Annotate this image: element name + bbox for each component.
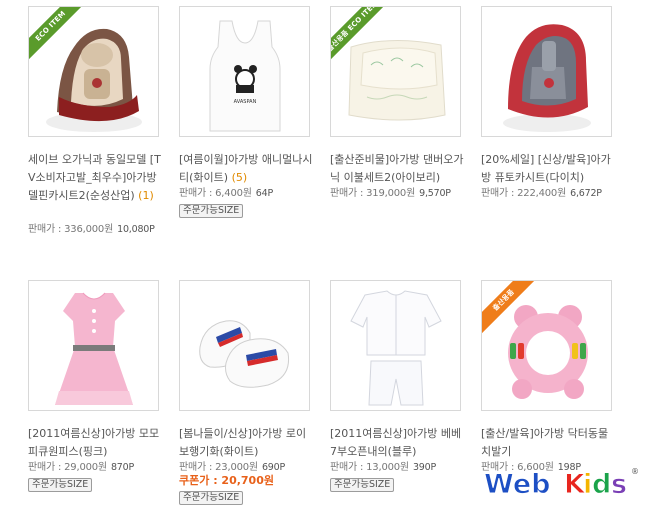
tank-top-image: AVASPAN [209, 20, 281, 132]
registered-mark: ® [631, 467, 639, 476]
price-row: 판매가 : 336,000원 10,080P [28, 224, 155, 235]
product-image[interactable]: AVASPAN [179, 6, 310, 137]
product-image[interactable]: ECO ITEM [28, 6, 159, 137]
product-card[interactable]: AVASPAN [여름이월]아가방 애니멀나시티(화이트) (5) 판매가 : … [179, 6, 319, 246]
car-seat-red-image [503, 24, 591, 132]
webkids-logo-mark: Web K i d s ® [484, 467, 640, 501]
baby-shoes-image [199, 320, 290, 388]
svg-text:i: i [583, 469, 592, 500]
price-row: 판매가 : 23,000원 690P [179, 462, 285, 473]
points: 6,672P [570, 188, 602, 199]
product-title[interactable]: [봄나들이/신상]아가방 로이보행기화(화이트) [179, 425, 314, 461]
price-row: 판매가 : 319,000원 9,570P [330, 188, 451, 199]
size-available-badge[interactable]: 주문가능SIZE [179, 491, 244, 505]
price-row: 판매가 : 222,400원 6,672P [481, 188, 602, 199]
price-row: 판매가 : 6,400원 64P [179, 188, 273, 199]
svg-text:AVASPAN: AVASPAN [234, 99, 257, 105]
product-title[interactable]: [여름이월]아가방 애니멀나시티(화이트) (5) [179, 151, 314, 187]
product-grid: ECO ITEM 세이브 오가닉과 동일모델 [TV소비자고발_최우수]아가방 … [0, 0, 650, 510]
price-row: 판매가 : 29,000원 870P [28, 462, 134, 473]
product-title[interactable]: 세이브 오가닉과 동일모델 [TV소비자고발_최우수]아가방 델핀카시트2(순성… [28, 151, 163, 205]
product-title[interactable]: [출산준비물]아가방 댄버오가닉 이불세트2(아이보리) [330, 151, 465, 187]
product-image[interactable] [330, 280, 461, 411]
price-row: 판매가 : 13,000원 390P [330, 462, 436, 473]
product-card[interactable]: 출산용품 ECO ITEM [출산준비물]아가방 댄버오가닉 이불세트2(아이보… [330, 6, 470, 246]
product-title[interactable]: [출산/발육]아가방 닥터동물 치발기 [481, 425, 616, 461]
points: 870P [110, 462, 134, 473]
product-card[interactable]: [2011여름신상]아가방 모모피큐원피스(핑크) 판매가 : 29,000원 8… [28, 280, 168, 510]
product-card[interactable]: 출산용품 [출산/발육]아가방 닥터동물 치발기 판매가 : 6,600원 198… [481, 280, 621, 473]
review-count: (1) [138, 189, 154, 202]
product-image[interactable] [179, 280, 310, 411]
product-title[interactable]: [2011여름신상]아가방 베베7부오픈내의(블루) [330, 425, 465, 461]
product-card[interactable]: [봄나들이/신상]아가방 로이보행기화(화이트) 판매가 : 23,000원 69… [179, 280, 319, 510]
product-card[interactable]: ECO ITEM 세이브 오가닉과 동일모델 [TV소비자고발_최우수]아가방 … [28, 6, 168, 246]
review-count: (5) [231, 171, 248, 184]
webkids-logo: Web K i d s ® [482, 462, 642, 502]
size-available-badge[interactable]: 주문가능SIZE [330, 478, 395, 492]
size-available-badge[interactable]: 주문가능SIZE [28, 478, 93, 492]
logo-web-text: Web [484, 469, 550, 500]
points: 64P [255, 188, 273, 199]
product-image[interactable]: 출산용품 [481, 280, 612, 411]
product-title[interactable]: [20%세일] [신상/발육]아가방 퓨토카시트(다이치) [481, 151, 616, 187]
product-image[interactable]: 출산용품 ECO ITEM [330, 6, 461, 137]
baby-underwear-set-image [350, 290, 442, 406]
product-image[interactable] [28, 280, 159, 411]
product-card[interactable]: [20%세일] [신상/발육]아가방 퓨토카시트(다이치) 판매가 : 222,… [481, 6, 621, 246]
pink-dress-image [55, 292, 133, 405]
product-image[interactable] [481, 6, 612, 137]
points: 390P [412, 462, 436, 473]
size-available-badge[interactable]: 주문가능SIZE [179, 204, 244, 218]
coupon-price: 쿠폰가 : 20,700원 [179, 474, 274, 487]
product-card[interactable]: [2011여름신상]아가방 베베7부오픈내의(블루) 판매가 : 13,000원… [330, 280, 470, 510]
svg-text:d: d [592, 469, 611, 500]
points: 10,080P [117, 224, 155, 235]
points: 9,570P [419, 188, 451, 199]
product-title[interactable]: [2011여름신상]아가방 모모피큐원피스(핑크) [28, 425, 163, 461]
svg-text:s: s [611, 469, 627, 500]
